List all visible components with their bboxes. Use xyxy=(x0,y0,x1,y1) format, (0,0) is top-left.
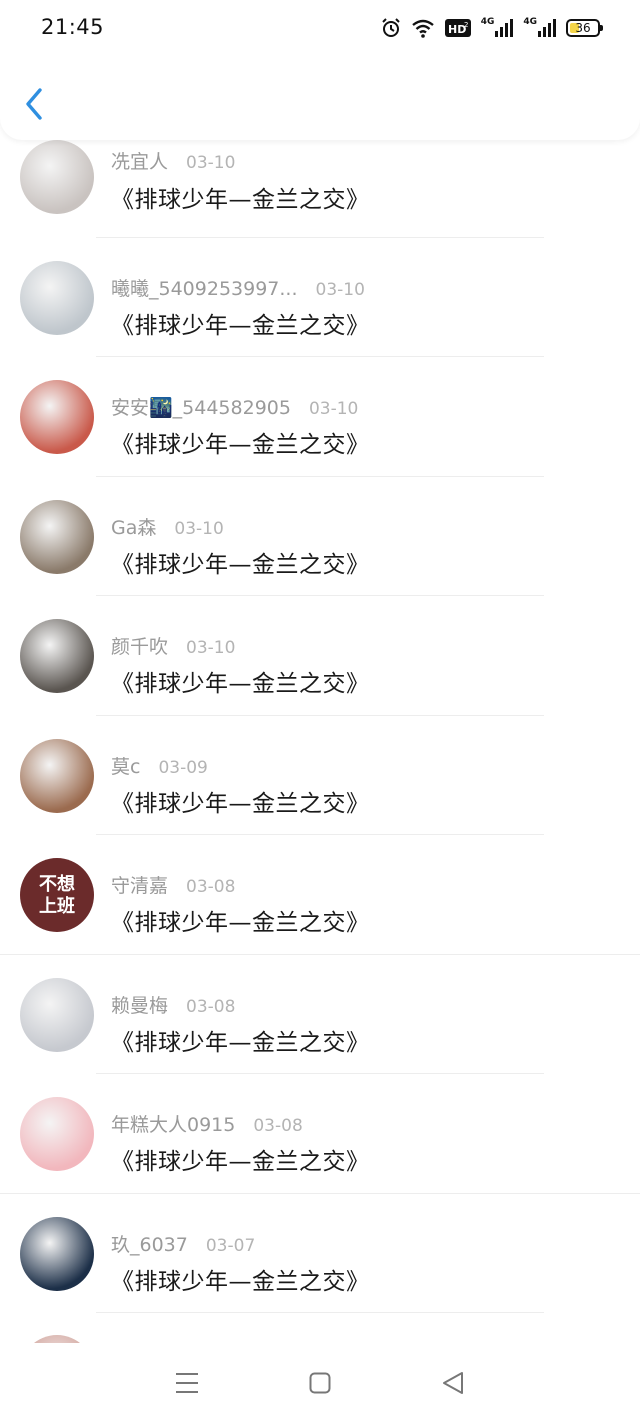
svg-text:2: 2 xyxy=(464,21,468,29)
user-name[interactable]: 玖_6037 xyxy=(111,1230,188,1257)
comment-date: 03-08 xyxy=(253,1116,303,1136)
comment-list: 冼宜人 03-10 《排球少年—金兰之交》 曦曦_5409253997... 03-10… xyxy=(0,100,640,1343)
list-item[interactable]: 安安🌃_544582905 03-10 《排球少年—金兰之交》 xyxy=(0,357,640,477)
avatar[interactable] xyxy=(20,619,94,693)
user-name[interactable]: 赖曼梅 xyxy=(111,991,168,1018)
user-name[interactable]: 冼宜人 xyxy=(111,147,168,174)
avatar[interactable] xyxy=(20,380,94,454)
user-name[interactable]: 年糕大人0915 xyxy=(111,1110,235,1137)
user-name[interactable]: Ga森 xyxy=(111,513,156,540)
list-item[interactable]: 赖曼梅 03-08 《排球少年—金兰之交》 xyxy=(0,955,640,1074)
name-line: 赖曼梅 03-08 xyxy=(111,991,235,1018)
battery-level: 36 xyxy=(575,21,591,35)
status-bar: 21:45 HD 2 4G 4G 36 xyxy=(0,0,640,56)
avatar-text: 不想上班 xyxy=(39,874,75,917)
name-line: 安安🌃_544582905 03-10 xyxy=(111,393,358,420)
list-item[interactable]: 年糕大人0915 03-08 《排球少年—金兰之交》 xyxy=(0,1074,640,1194)
comment-date: 03-07 xyxy=(205,1235,256,1256)
avatar[interactable] xyxy=(20,499,94,574)
network-2-label: 4G xyxy=(523,17,537,27)
status-icons: HD 2 4G 4G 36 xyxy=(381,16,603,40)
user-name[interactable]: 莫c xyxy=(111,752,140,779)
avatar[interactable] xyxy=(20,1335,94,1343)
user-name[interactable]: 曦曦_5409253997... xyxy=(111,274,298,301)
wifi-icon xyxy=(411,18,435,38)
name-line: Ga森 03-10 xyxy=(111,513,224,540)
user-name[interactable]: 颜千吹 xyxy=(111,632,168,659)
back-button[interactable] xyxy=(18,84,50,124)
comment-text: 《排球少年—金兰之交》 xyxy=(111,551,370,578)
user-name[interactable]: 安安🌃_544582905 xyxy=(111,393,291,420)
battery-icon: 36 xyxy=(566,19,603,37)
list-item[interactable]: 莫c 03-09 《排球少年—金兰之交》 xyxy=(0,716,640,835)
list-item[interactable]: Ga森 03-10 《排球少年—金兰之交》 xyxy=(0,477,640,596)
navigation-bar xyxy=(0,1343,640,1422)
avatar[interactable] xyxy=(20,738,94,813)
comment-date: 03-08 xyxy=(186,996,236,1017)
comment-text: 《排球少年—金兰之交》 xyxy=(111,1268,370,1295)
name-line: 玖_6037 03-07 xyxy=(111,1230,255,1257)
comment-date: 03-09 xyxy=(158,757,208,778)
comment-date: 03-08 xyxy=(186,877,236,897)
avatar[interactable] xyxy=(20,260,94,335)
list-item[interactable]: 玖_6037 03-07 《排球少年—金兰之交》 xyxy=(0,1194,640,1313)
comment-text: 《排球少年—金兰之交》 xyxy=(111,312,370,339)
signal-2-icon: 4G xyxy=(523,18,556,38)
triangle-back-icon xyxy=(443,1371,464,1394)
signal-1-icon: 4G xyxy=(481,18,514,38)
alarm-icon xyxy=(381,18,401,38)
avatar[interactable] xyxy=(20,1216,94,1291)
comment-text: 《排球少年—金兰之交》 xyxy=(111,1029,370,1056)
comment-date: 03-10 xyxy=(315,279,365,300)
list-item[interactable]: 曦曦_5409253997... 03-10 《排球少年—金兰之交》 xyxy=(0,238,640,357)
network-1-label: 4G xyxy=(480,17,495,27)
home-button[interactable] xyxy=(300,1363,340,1403)
back-nav-button[interactable] xyxy=(433,1363,473,1403)
name-line: 曦曦_5409253997... 03-10 xyxy=(111,274,365,301)
comment-text: 《排球少年—金兰之交》 xyxy=(111,187,370,213)
menu-button[interactable] xyxy=(167,1363,207,1403)
list-item[interactable] xyxy=(0,1313,640,1343)
comment-text: 《排球少年—金兰之交》 xyxy=(111,432,370,458)
comment-text: 《排球少年—金兰之交》 xyxy=(111,1149,370,1175)
avatar[interactable] xyxy=(20,1097,94,1171)
header xyxy=(0,56,640,140)
avatar[interactable]: 不想上班 xyxy=(20,858,94,932)
name-line: 守清嘉 03-08 xyxy=(111,871,235,898)
menu-icon xyxy=(175,1372,198,1393)
comment-date: 03-10 xyxy=(186,153,236,173)
comment-text: 《排球少年—金兰之交》 xyxy=(111,910,370,936)
hd-icon: HD 2 xyxy=(444,18,471,38)
list-item[interactable]: 不想上班 守清嘉 03-08 《排球少年—金兰之交》 xyxy=(0,835,640,955)
status-time: 21:45 xyxy=(41,15,105,39)
user-name[interactable]: 守清嘉 xyxy=(111,871,168,898)
name-line: 莫c 03-09 xyxy=(111,752,208,779)
name-line: 颜千吹 03-10 xyxy=(111,632,235,659)
chevron-left-icon xyxy=(26,88,42,120)
comment-date: 03-10 xyxy=(308,399,359,419)
comment-text: 《排球少年—金兰之交》 xyxy=(111,790,370,817)
avatar[interactable] xyxy=(20,977,94,1052)
comment-date: 03-10 xyxy=(186,638,236,658)
comment-text: 《排球少年—金兰之交》 xyxy=(111,671,370,697)
square-icon xyxy=(309,1372,331,1393)
comment-date: 03-10 xyxy=(174,518,224,539)
name-line: 年糕大人0915 03-08 xyxy=(111,1110,303,1137)
list-item[interactable]: 颜千吹 03-10 《排球少年—金兰之交》 xyxy=(0,596,640,716)
avatar[interactable] xyxy=(20,140,94,214)
name-line: 冼宜人 03-10 xyxy=(111,147,235,174)
